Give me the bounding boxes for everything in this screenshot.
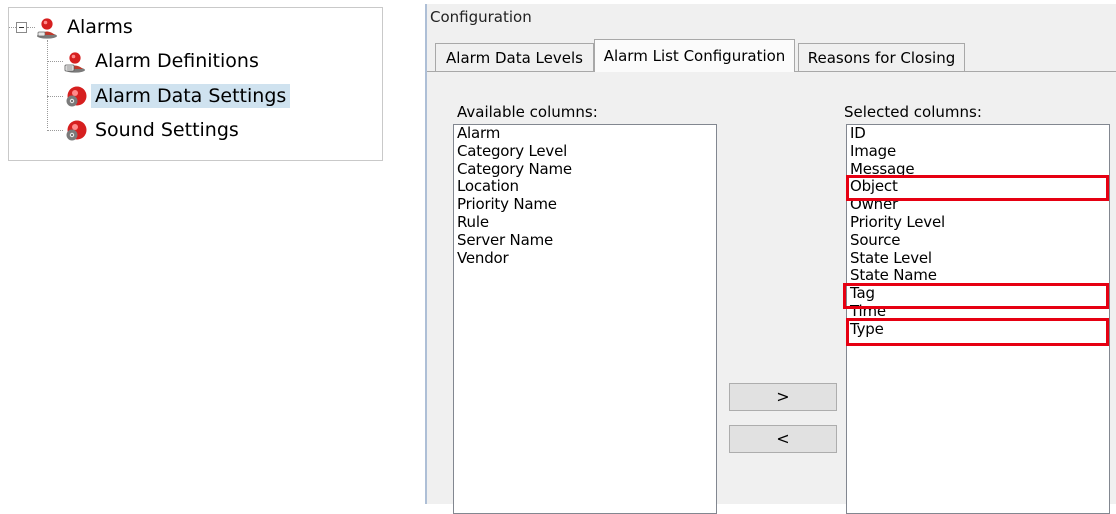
- configuration-window: Configuration Alarm Data Levels Alarm Li…: [425, 4, 1116, 514]
- list-item[interactable]: State Level: [847, 249, 1109, 268]
- tab-alarm-data-levels[interactable]: Alarm Data Levels: [435, 43, 594, 71]
- tree-item-label: Sound Settings: [95, 119, 239, 141]
- tree-connector: [47, 96, 63, 97]
- tree-item-alarm-data-settings[interactable]: Alarm Data Settings: [63, 81, 291, 111]
- list-item[interactable]: Category Level: [454, 142, 716, 161]
- window-title: Configuration: [430, 8, 532, 26]
- alarm-settings-icon: [66, 86, 87, 107]
- remove-column-button[interactable]: <: [729, 425, 837, 453]
- alarm-definition-icon: [64, 52, 85, 73]
- list-item[interactable]: Vendor: [454, 249, 716, 268]
- add-column-button[interactable]: >: [729, 383, 837, 411]
- list-item[interactable]: Time: [847, 302, 1109, 321]
- list-item[interactable]: Location: [454, 178, 716, 196]
- selected-columns-list[interactable]: ID Image Message Object Owner Priority Level S…: [846, 124, 1110, 514]
- selected-columns-caption: Selected columns:: [844, 103, 982, 121]
- list-item[interactable]: Priority Name: [454, 195, 716, 214]
- tab-label: Alarm List Configuration: [603, 47, 786, 65]
- list-item[interactable]: Message: [847, 160, 1109, 179]
- list-item[interactable]: Alarm: [454, 125, 716, 143]
- tree-item-label: Alarm Definitions: [95, 50, 259, 72]
- tree-item-alarms[interactable]: Alarms: [35, 12, 137, 42]
- list-item[interactable]: Server Name: [454, 231, 716, 250]
- tree-connector: [47, 40, 48, 128]
- tab-reasons-for-closing[interactable]: Reasons for Closing: [798, 43, 965, 71]
- list-item[interactable]: Object: [847, 178, 1109, 196]
- tree-item-alarm-definitions[interactable]: Alarm Definitions: [63, 46, 263, 76]
- tab-label: Alarm Data Levels: [446, 48, 583, 67]
- list-item[interactable]: Tag: [847, 284, 1109, 303]
- selected-columns-items: ID Image Message Object Owner Priority Level S…: [847, 125, 1109, 339]
- tab-label: Reasons for Closing: [807, 48, 956, 67]
- tree-connector: [9, 27, 16, 28]
- tree-connector: [47, 61, 63, 62]
- list-item[interactable]: Source: [847, 231, 1109, 250]
- tree-connector: [27, 27, 35, 28]
- list-item[interactable]: Category Name: [454, 160, 716, 179]
- tree-connector: [47, 130, 63, 131]
- list-item[interactable]: ID: [847, 125, 1109, 143]
- available-columns-list[interactable]: Alarm Category Level Category Name Location…: [453, 124, 717, 514]
- list-item[interactable]: State Name: [847, 267, 1109, 285]
- tree-item-label: Alarms: [67, 16, 133, 38]
- tree-item-label: Alarm Data Settings: [91, 84, 291, 108]
- tree-item-sound-settings[interactable]: Sound Settings: [63, 115, 243, 145]
- list-item[interactable]: Image: [847, 142, 1109, 161]
- tab-page-alarm-list-configuration: Available columns: Selected columns: Ala…: [427, 72, 1116, 514]
- list-item[interactable]: Priority Level: [847, 213, 1109, 232]
- available-columns-items: Alarm Category Level Category Name Location…: [454, 125, 716, 267]
- tree-panel: Alarms Alarm Definitions Alarm Data Sett…: [8, 7, 383, 161]
- tree-collapse-toggle[interactable]: [16, 22, 27, 33]
- alarm-user-icon: [37, 18, 57, 39]
- tab-alarm-list-configuration[interactable]: Alarm List Configuration: [594, 39, 795, 72]
- sound-settings-icon: [66, 120, 87, 141]
- list-item[interactable]: Rule: [454, 213, 716, 232]
- list-item[interactable]: Type: [847, 320, 1109, 339]
- available-columns-caption: Available columns:: [457, 103, 598, 121]
- list-item[interactable]: Owner: [847, 195, 1109, 214]
